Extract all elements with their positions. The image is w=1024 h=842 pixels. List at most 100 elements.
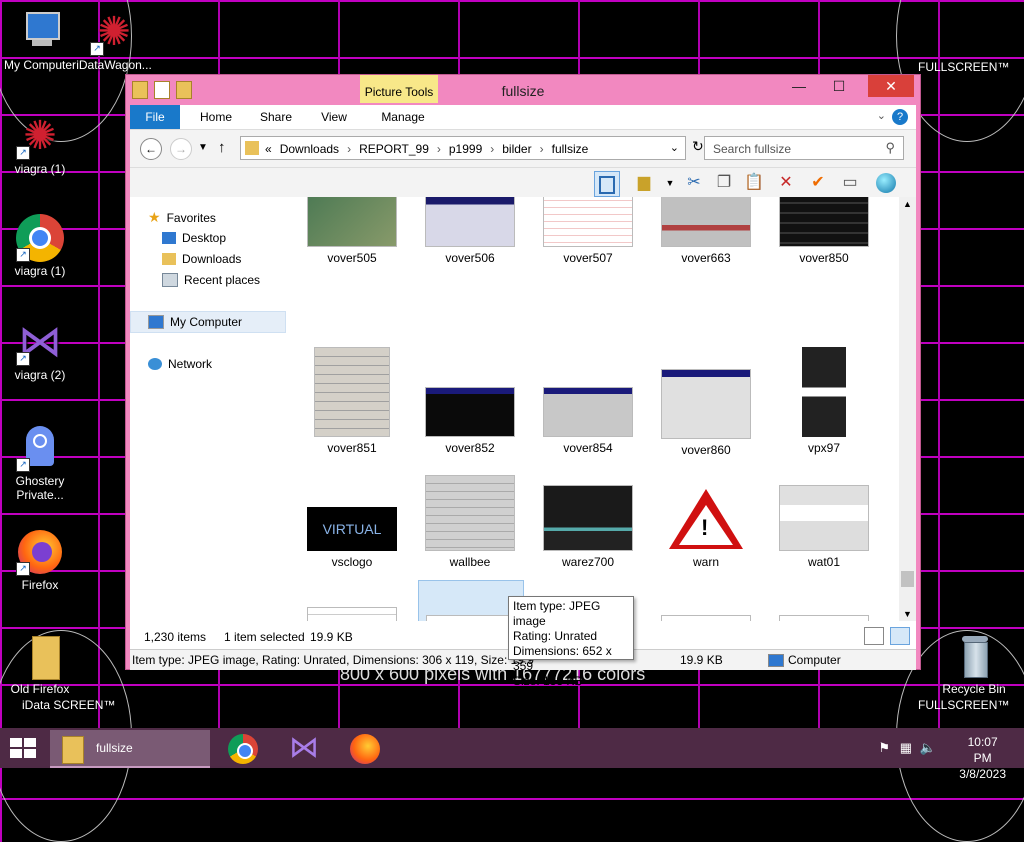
- start-button[interactable]: [10, 738, 38, 760]
- desktop-icon-viagra-1b[interactable]: ↗ viagra (1): [0, 214, 80, 278]
- desktop-icon: [162, 232, 176, 244]
- nav-network[interactable]: Network: [148, 357, 212, 371]
- details-view-icon[interactable]: [864, 627, 884, 645]
- refresh-icon[interactable]: ↻: [692, 138, 704, 155]
- desktop-icon-idatawagon[interactable]: ✺ ↗ iDataWagon...: [74, 8, 154, 72]
- desktop-icon-firefox[interactable]: ↗ Firefox: [0, 528, 80, 592]
- chevron-right-icon[interactable]: ›: [490, 142, 494, 156]
- breadcrumb-item[interactable]: fullsize: [552, 142, 589, 156]
- tab-home[interactable]: Home: [196, 105, 236, 129]
- details-size: 19.9 KB: [680, 653, 723, 667]
- search-input[interactable]: Search fullsize ⚲: [704, 136, 904, 160]
- file-item[interactable]: vover505: [300, 197, 404, 265]
- flag-icon[interactable]: ⚑: [878, 740, 890, 756]
- nav-desktop[interactable]: Desktop: [162, 231, 226, 245]
- file-item[interactable]: vover663: [654, 197, 758, 265]
- volume-icon[interactable]: 🔈: [920, 740, 936, 756]
- expand-ribbon-icon[interactable]: ⌄: [877, 109, 886, 122]
- file-item[interactable]: vover860: [654, 369, 758, 457]
- desktop-icon-ghostery[interactable]: ↗ Ghostery Private...: [0, 424, 80, 502]
- nav-my-computer[interactable]: My Computer: [148, 315, 242, 329]
- search-placeholder: Search fullsize: [713, 142, 792, 156]
- chevron-down-icon[interactable]: ▼: [658, 171, 682, 195]
- globe-icon[interactable]: [874, 171, 898, 195]
- chevron-right-icon[interactable]: ›: [437, 142, 441, 156]
- file-item[interactable]: vover852: [418, 387, 522, 455]
- scrollbar-thumb[interactable]: [901, 571, 914, 587]
- scroll-down-icon[interactable]: ▼: [903, 609, 912, 619]
- chevron-right-icon[interactable]: ›: [540, 142, 544, 156]
- taskbar-app-explorer[interactable]: fullsize: [50, 730, 210, 768]
- paste-icon[interactable]: 📋: [742, 171, 766, 195]
- desktop-icon-label: Firefox: [21, 578, 59, 592]
- file-item[interactable]: ! warn: [654, 485, 758, 569]
- address-bar[interactable]: « Downloads › REPORT_99 › p1999 › bilder › f…: [240, 136, 686, 160]
- search-icon[interactable]: ⚲: [885, 140, 895, 156]
- clock-date: 3/8/2023: [959, 767, 1006, 781]
- taskbar-app-firefox[interactable]: [346, 730, 386, 766]
- fullscreen-label-tr: FULLSCREEN™: [918, 60, 1010, 74]
- close-button[interactable]: ✕: [868, 75, 914, 97]
- back-button[interactable]: ←: [140, 138, 162, 160]
- desktop-icon-old-firefox[interactable]: Old Firefox: [0, 632, 80, 696]
- nav-downloads[interactable]: Downloads: [162, 252, 241, 266]
- file-item[interactable]: wat02: [300, 607, 404, 621]
- breadcrumb-overflow[interactable]: «: [265, 142, 272, 156]
- selected-size: 19.9 KB: [310, 630, 353, 644]
- breadcrumb-item[interactable]: REPORT_99: [359, 142, 429, 156]
- file-item[interactable]: wat05: [654, 615, 758, 621]
- nav-favorites[interactable]: ★ Favorites: [148, 209, 216, 226]
- cut-icon[interactable]: ✂: [682, 171, 706, 195]
- minimize-button[interactable]: —: [784, 75, 814, 97]
- breadcrumb-item[interactable]: bilder: [502, 142, 531, 156]
- desktop-icon-recycle-bin[interactable]: Recycle Bin: [934, 632, 1014, 696]
- tab-share[interactable]: Share: [256, 105, 296, 129]
- clock[interactable]: 10:07 PM 3/8/2023: [959, 734, 1006, 782]
- file-item[interactable]: vpx97: [772, 347, 876, 455]
- tab-manage[interactable]: Manage: [364, 105, 442, 129]
- taskbar-app-chrome[interactable]: [224, 730, 264, 766]
- scroll-up-icon[interactable]: ▲: [903, 199, 912, 209]
- file-item[interactable]: vover507: [536, 197, 640, 265]
- monitor-icon: [16, 8, 64, 56]
- preview-pane-icon[interactable]: [594, 171, 620, 197]
- title-bar[interactable]: Picture Tools fullsize — ☐ ✕: [126, 75, 920, 105]
- chevron-right-icon[interactable]: ›: [347, 142, 351, 156]
- file-item[interactable]: vover854: [536, 387, 640, 455]
- vertical-scrollbar[interactable]: ▲ ▼: [899, 197, 916, 621]
- help-icon[interactable]: ?: [892, 109, 908, 125]
- forward-button[interactable]: →: [170, 138, 192, 160]
- folder-check-icon[interactable]: ▆: [632, 171, 656, 195]
- file-item[interactable]: VIRTUAL vsclogo: [300, 507, 404, 569]
- breadcrumb-item[interactable]: p1999: [449, 142, 482, 156]
- copy-icon[interactable]: ❐: [712, 171, 736, 195]
- file-item[interactable]: wat06: [772, 615, 876, 621]
- file-item[interactable]: wallbee: [418, 475, 522, 569]
- delete-icon[interactable]: ✕: [774, 171, 798, 195]
- chevron-down-icon[interactable]: ⌄: [670, 141, 679, 154]
- file-item[interactable]: warez700: [536, 485, 640, 569]
- file-item[interactable]: vover850: [772, 197, 876, 265]
- rename-check-icon[interactable]: ✔: [806, 171, 830, 195]
- tab-view[interactable]: View: [314, 105, 354, 129]
- maximize-button[interactable]: ☐: [824, 75, 854, 97]
- visual-studio-icon: ⋈: [289, 731, 319, 764]
- large-icons-view-icon[interactable]: [890, 627, 910, 645]
- file-item[interactable]: wat01: [772, 485, 876, 569]
- nav-recent-places[interactable]: Recent places: [162, 273, 260, 287]
- breadcrumb-item[interactable]: Downloads: [280, 142, 339, 156]
- up-button[interactable]: ↑: [218, 139, 226, 156]
- recent-locations-icon[interactable]: ▼: [198, 142, 208, 153]
- tab-file[interactable]: File: [130, 105, 180, 129]
- file-item[interactable]: vover851: [300, 347, 404, 455]
- desktop-icon-my-computer[interactable]: My Computer: [0, 8, 80, 72]
- taskbar-app-visual-studio[interactable]: ⋈: [284, 730, 324, 766]
- properties-icon[interactable]: ▭: [838, 171, 862, 195]
- file-item[interactable]: vover506: [418, 197, 522, 265]
- network-icon[interactable]: ▦: [900, 740, 912, 756]
- desktop-icon-viagra-1a[interactable]: ✺ ↗ viagra (1): [0, 112, 80, 176]
- details-text: Item type: JPEG image, Rating: Unrated, …: [132, 653, 534, 667]
- thumbnail-image: VIRTUAL: [307, 507, 397, 551]
- desktop-icon-viagra-2[interactable]: ⋈ ↗ viagra (2): [0, 318, 80, 383]
- firefox-icon: ↗: [16, 528, 64, 576]
